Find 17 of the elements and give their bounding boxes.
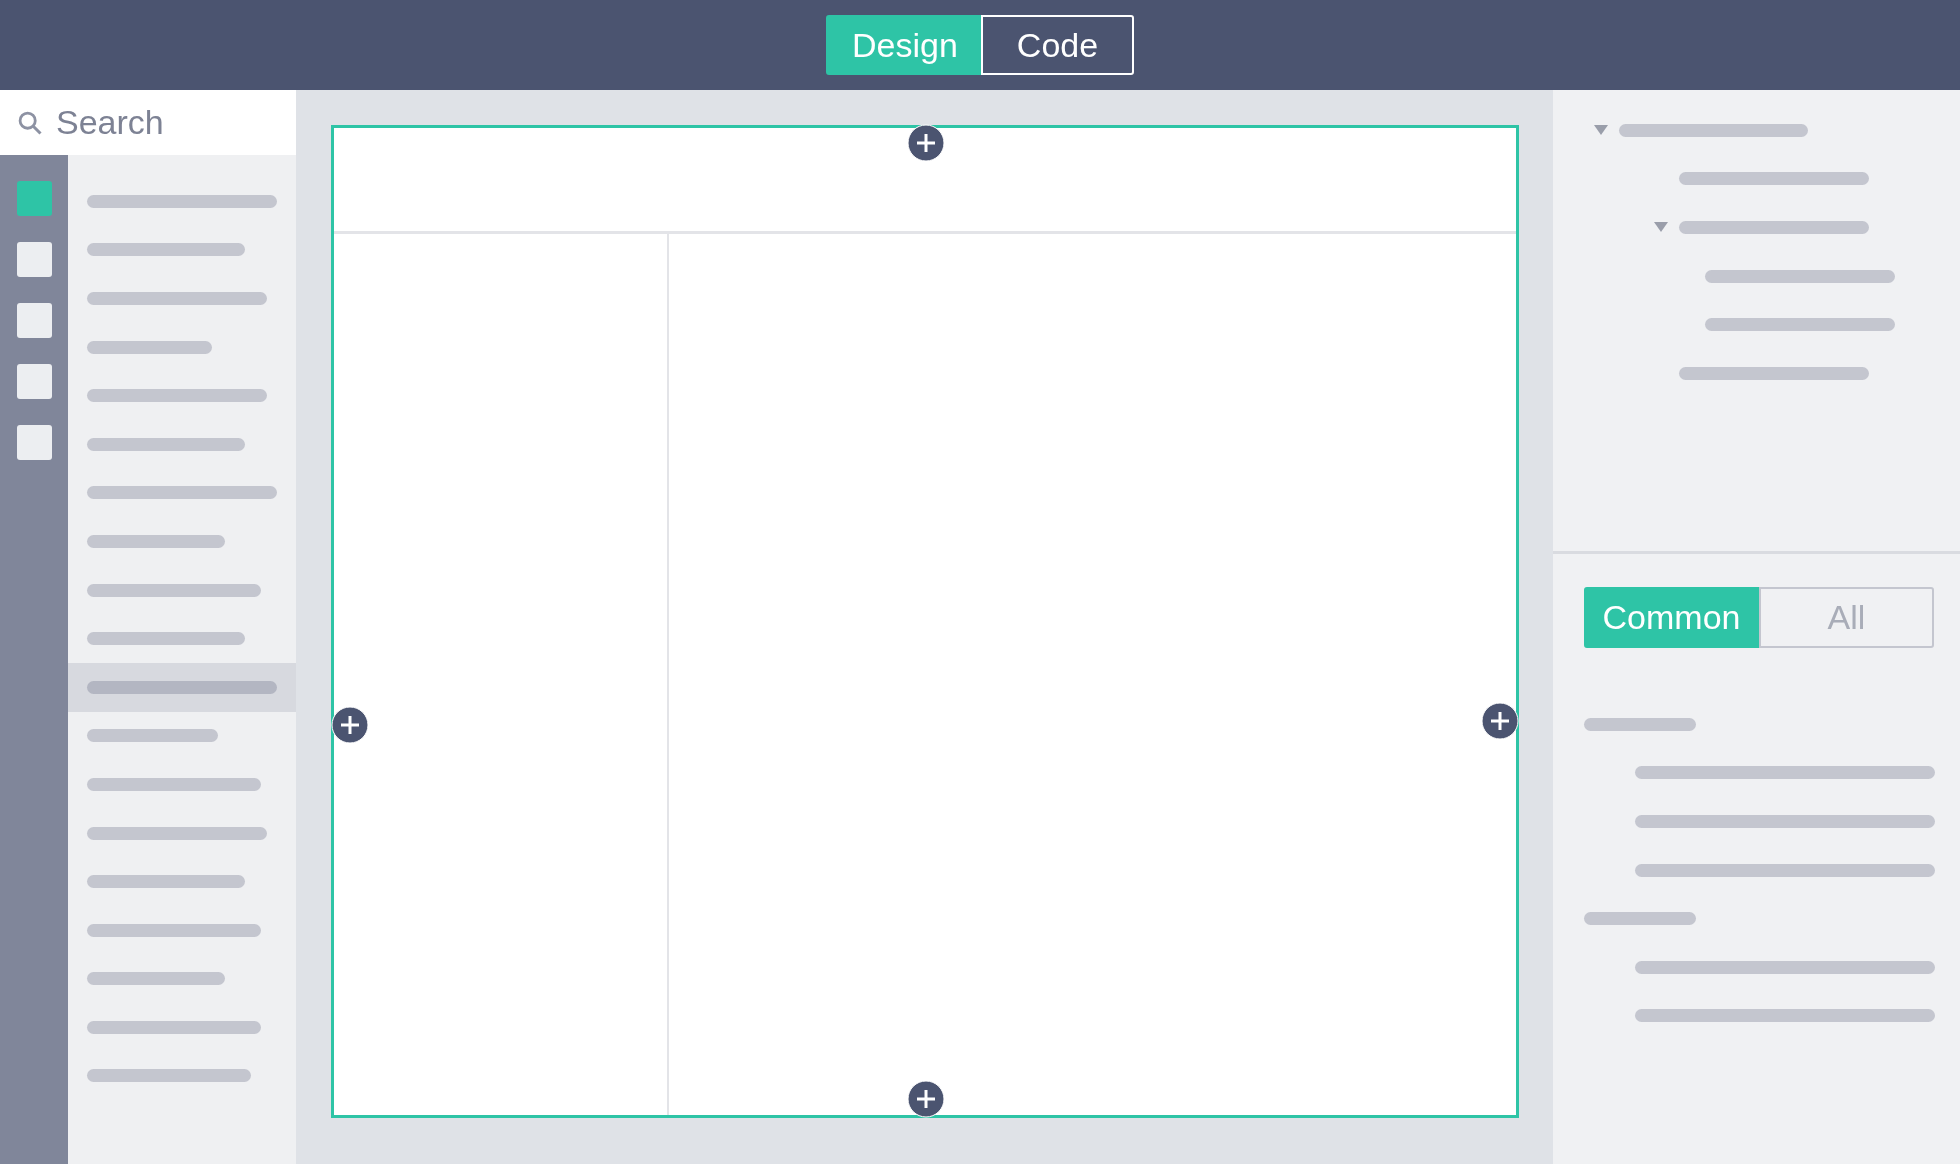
category-tab[interactable] — [16, 242, 52, 277]
mode-tab[interactable]: Design — [826, 15, 981, 75]
category-tab[interactable] — [16, 425, 52, 460]
list-item[interactable] — [68, 662, 296, 712]
property-tab[interactable]: All — [1759, 587, 1934, 648]
category-tab[interactable] — [16, 364, 52, 399]
add-button[interactable] — [1481, 702, 1519, 740]
add-button[interactable] — [331, 706, 369, 744]
caret-icon[interactable] — [1654, 222, 1668, 233]
add-button[interactable] — [907, 124, 945, 162]
add-button[interactable] — [907, 1080, 945, 1118]
category-tab[interactable] — [16, 303, 52, 338]
search-field[interactable]: Search — [56, 97, 256, 148]
property-tab[interactable]: Common — [1584, 587, 1759, 648]
category-tab[interactable] — [16, 181, 52, 216]
caret-icon[interactable] — [1594, 125, 1608, 136]
mode-tab[interactable]: Code — [981, 15, 1134, 75]
